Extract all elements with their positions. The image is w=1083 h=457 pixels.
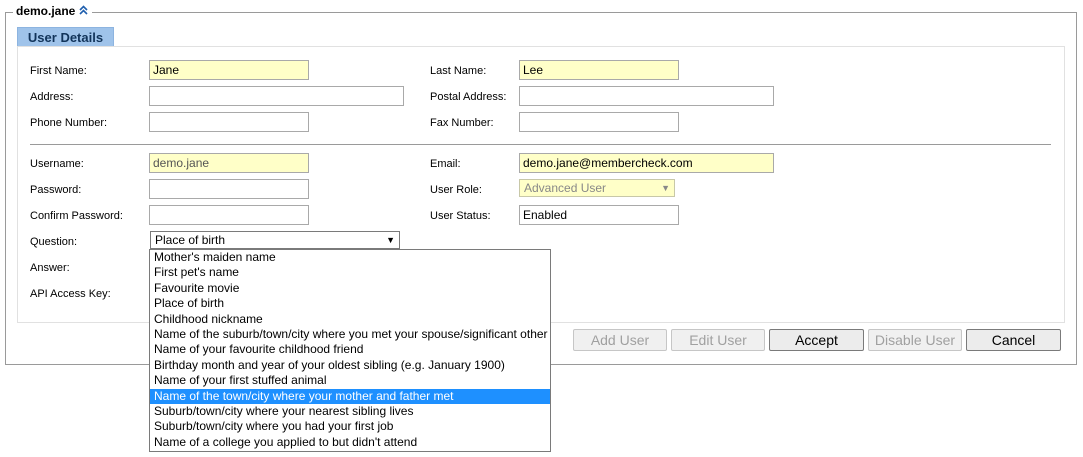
question-option[interactable]: Name of a college you applied to but did… bbox=[150, 435, 550, 450]
user-role-value: Advanced User bbox=[524, 180, 607, 195]
phone-field[interactable] bbox=[149, 112, 309, 132]
cancel-button[interactable]: Cancel bbox=[966, 329, 1061, 351]
question-label: Question: bbox=[30, 236, 78, 248]
last-name-field[interactable]: Lee bbox=[519, 60, 679, 80]
postal-address-field[interactable] bbox=[519, 86, 774, 106]
double-chevron-up-icon[interactable] bbox=[79, 5, 88, 17]
user-role-select: Advanced User ▼ bbox=[519, 179, 675, 197]
question-option[interactable]: Favourite movie bbox=[150, 281, 550, 296]
confirm-password-field[interactable] bbox=[149, 205, 309, 225]
password-field[interactable] bbox=[149, 179, 309, 199]
email-field[interactable]: demo.jane@membercheck.com bbox=[519, 153, 774, 173]
user-title: demo.jane bbox=[16, 4, 76, 18]
fax-field[interactable] bbox=[519, 112, 679, 132]
postal-address-label: Postal Address: bbox=[430, 91, 507, 103]
question-value: Place of birth bbox=[155, 233, 226, 247]
fax-label: Fax Number: bbox=[430, 117, 494, 129]
question-option[interactable]: Birthday month and year of your oldest s… bbox=[150, 358, 550, 373]
dropdown-arrow-icon: ▼ bbox=[661, 182, 670, 193]
first-name-label: First Name: bbox=[30, 65, 87, 77]
edit-user-button[interactable]: Edit User bbox=[671, 329, 765, 351]
accept-button[interactable]: Accept bbox=[769, 329, 864, 351]
add-user-button[interactable]: Add User bbox=[573, 329, 667, 351]
tab-user-details[interactable]: User Details bbox=[17, 27, 114, 47]
phone-label: Phone Number: bbox=[30, 117, 108, 129]
answer-label: Answer: bbox=[30, 262, 70, 274]
question-option[interactable]: Name of your first stuffed animal bbox=[150, 373, 550, 388]
section-divider bbox=[30, 144, 1051, 145]
question-option[interactable]: First pet's name bbox=[150, 265, 550, 280]
question-option[interactable]: Mother's maiden name bbox=[150, 250, 550, 265]
question-option[interactable]: Suburb/town/city where your nearest sibl… bbox=[150, 404, 550, 419]
question-option[interactable]: Name of your favourite childhood friend bbox=[150, 342, 550, 357]
question-option[interactable]: Place of birth bbox=[150, 296, 550, 311]
user-role-label: User Role: bbox=[430, 184, 482, 196]
question-option[interactable]: Name of the town/city where your mother … bbox=[150, 388, 550, 404]
password-label: Password: bbox=[30, 184, 82, 196]
question-option[interactable]: Childhood nickname bbox=[150, 312, 550, 327]
username-label: Username: bbox=[30, 158, 84, 170]
confirm-password-label: Confirm Password: bbox=[30, 210, 123, 222]
disable-user-button[interactable]: Disable User bbox=[868, 329, 962, 351]
question-option[interactable]: Suburb/town/city where you had your firs… bbox=[150, 419, 550, 434]
user-status-field[interactable]: Enabled bbox=[519, 205, 679, 225]
address-label: Address: bbox=[30, 91, 74, 103]
question-select[interactable]: Place of birth ▼ bbox=[150, 231, 400, 249]
username-field[interactable]: demo.jane bbox=[149, 153, 309, 173]
dropdown-arrow-icon[interactable]: ▼ bbox=[386, 232, 395, 248]
address-field[interactable] bbox=[149, 86, 404, 106]
api-key-label: API Access Key: bbox=[30, 288, 111, 300]
last-name-label: Last Name: bbox=[430, 65, 487, 77]
question-options-list[interactable]: Mother's maiden name First pet's name Favo… bbox=[149, 249, 551, 452]
first-name-field[interactable]: Jane bbox=[149, 60, 309, 80]
user-status-label: User Status: bbox=[430, 210, 491, 222]
fieldset-legend[interactable]: demo.jane bbox=[13, 4, 93, 18]
question-option[interactable]: Name of the suburb/town/city where you m… bbox=[150, 327, 550, 342]
email-label: Email: bbox=[430, 158, 461, 170]
